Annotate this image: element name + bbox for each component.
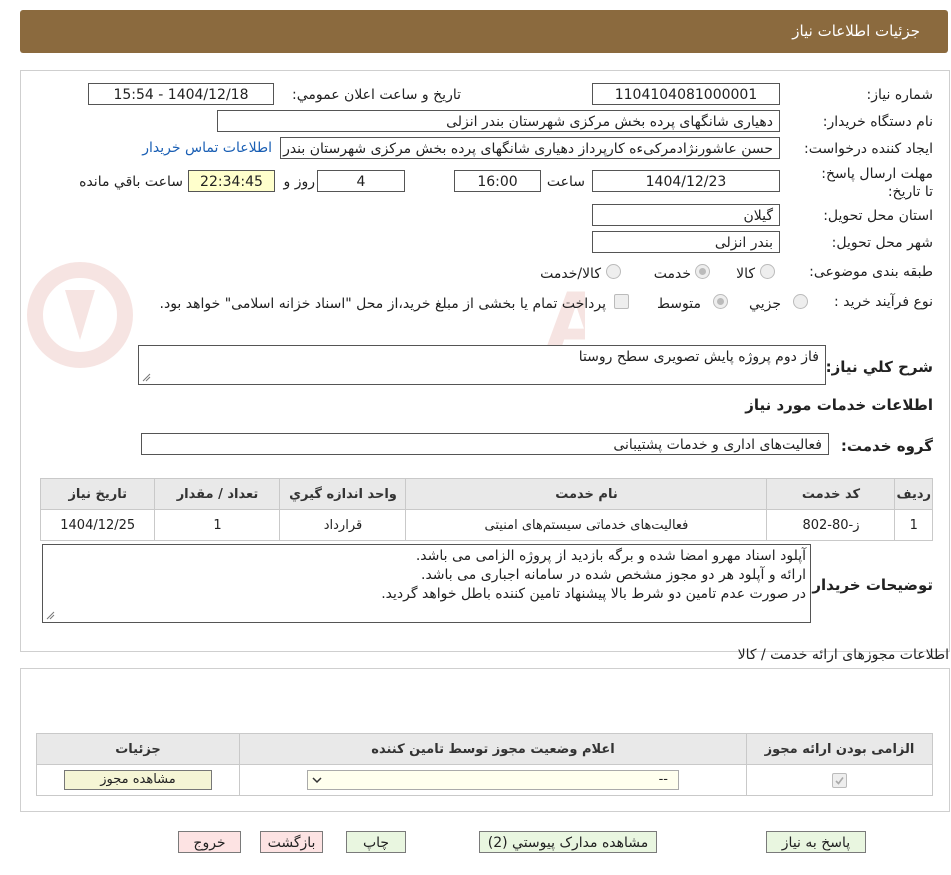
cell-unit: قرارداد xyxy=(279,509,407,541)
remaining-label: ساعت باقي مانده xyxy=(79,174,183,190)
view-permit-button[interactable]: مشاهده مجوز xyxy=(64,770,212,790)
services-table: رديف کد خدمت نام خدمت واحد اندازه گيري ت… xyxy=(39,478,933,541)
chevron-down-icon xyxy=(312,777,322,784)
buyer-note-line: آپلود اسناد مهرو امضا شده و برگه بازدید … xyxy=(415,548,806,564)
process-label: نوع فرآیند خرید : xyxy=(834,294,933,310)
category-goods-label: کالا xyxy=(736,266,755,282)
contact-buyer-link[interactable]: اطلاعات تماس خريدار xyxy=(142,140,272,156)
buyer-note-line: ارائه و آپلود هر دو مجوز مشخص شده در سام… xyxy=(421,567,806,583)
service-group-label: گروه خدمت: xyxy=(840,437,933,455)
announce-label: تاريخ و ساعت اعلان عمومي: xyxy=(292,87,461,103)
announce-field: 1404/12/18 - 15:54 xyxy=(88,83,274,105)
permit-status-value: -- xyxy=(658,772,668,787)
process-minor-radio[interactable] xyxy=(793,294,808,309)
table-row: -- مشاهده مجوز xyxy=(36,764,933,796)
buyer-org-label: نام دستگاه خريدار: xyxy=(822,114,933,130)
buyer-org-field: دهیاری شانگهای پرده بخش مرکزی شهرستان بن… xyxy=(217,110,780,132)
page-header: جزئیات اطلاعات نیاز xyxy=(20,10,948,53)
col-status-header: اعلام وضعیت مجوز توسط تامین کننده xyxy=(239,733,747,765)
resize-handle-icon[interactable] xyxy=(141,372,151,382)
buyer-notes-label: توضيحات خريدار: xyxy=(806,576,933,594)
reply-button[interactable]: پاسخ به نياز xyxy=(766,831,866,853)
description-text: فاز دوم پروژه پایش تصویری سطح روستا xyxy=(578,349,819,365)
required-checkbox xyxy=(832,772,847,788)
buyer-notes-field: آپلود اسناد مهرو امضا شده و برگه بازدید … xyxy=(42,544,811,623)
cell-required xyxy=(746,764,933,796)
col-date-header: تاريخ نياز xyxy=(39,478,156,510)
deadline-label: مهلت ارسال پاسخ: تا تاریخ: xyxy=(821,166,933,200)
col-details-header: جزئیات xyxy=(36,733,240,765)
city-label: شهر محل تحویل: xyxy=(831,235,933,251)
deadline-time-field: 16:00 xyxy=(454,170,541,192)
col-qty-header: تعداد / مقدار xyxy=(154,478,281,510)
back-button[interactable]: بازگشت xyxy=(260,831,323,853)
attachments-button[interactable]: مشاهده مدارک پيوستي (2) xyxy=(479,831,657,853)
cell-row: 1 xyxy=(894,509,933,541)
buyer-note-line: در صورت عدم تامین دو شرط بالا پیشنهاد تا… xyxy=(381,586,806,602)
province-field: گیلان xyxy=(592,204,780,226)
cell-code: ز-80-802 xyxy=(766,509,896,541)
treasury-payment-note: پرداخت تمام یا بخشی از مبلغ خرید،از محل … xyxy=(159,296,606,312)
cell-qty: 1 xyxy=(154,509,281,541)
need-number-label: شماره نیاز: xyxy=(866,87,934,103)
category-label: طبقه بندی موضوعی: xyxy=(809,264,933,280)
days-label: روز و xyxy=(283,174,316,190)
cell-name: فعالیت‌های خدماتی سیستم‌های امنیتی xyxy=(405,509,768,541)
col-name-header: نام خدمت xyxy=(405,478,768,510)
col-row-header: رديف xyxy=(894,478,933,510)
category-service-radio[interactable] xyxy=(695,264,710,279)
description-label: شرح کلي نياز: xyxy=(825,358,933,376)
cell-details: مشاهده مجوز xyxy=(36,764,240,796)
treasury-payment-checkbox[interactable] xyxy=(614,294,629,309)
resize-handle-icon[interactable] xyxy=(45,610,55,620)
col-code-header: کد خدمت xyxy=(766,478,896,510)
province-label: استان محل تحویل: xyxy=(823,208,933,224)
service-group-field: فعالیت‌های اداری و خدمات پشتیبانی xyxy=(141,433,829,455)
exit-button[interactable]: خروج xyxy=(178,831,241,853)
permit-status-select[interactable]: -- xyxy=(307,770,679,790)
creator-label: ایجاد کننده درخواست: xyxy=(804,141,933,157)
services-section-title: اطلاعات خدمات مورد نياز xyxy=(745,396,933,414)
cell-date: 1404/12/25 xyxy=(39,509,156,541)
col-required-header: الزامی بودن ارائه مجوز xyxy=(746,733,933,765)
category-goods-radio[interactable] xyxy=(760,264,775,279)
check-icon xyxy=(835,776,844,785)
days-field: 4 xyxy=(317,170,405,192)
permits-table: الزامی بودن ارائه مجوز اعلام وضعیت مجوز … xyxy=(36,733,933,796)
category-service-label: خدمت xyxy=(653,266,691,282)
remaining-time-field: 22:34:45 xyxy=(188,170,275,192)
cell-status: -- xyxy=(239,764,747,796)
category-both-label: کالا/خدمت xyxy=(540,266,601,282)
time-label: ساعت xyxy=(546,174,585,190)
print-button[interactable]: چاپ xyxy=(346,831,406,853)
deadline-date-field: 1404/12/23 xyxy=(592,170,780,192)
process-medium-radio[interactable] xyxy=(713,294,728,309)
category-both-radio[interactable] xyxy=(606,264,621,279)
permits-section-title: اطلاعات مجوزهای ارائه خدمت / کالا xyxy=(737,647,949,663)
process-minor-label: جزيي xyxy=(749,296,781,312)
creator-field: حسن عاشورنژادمرکیءه کارپرداز دهیاری شانگ… xyxy=(280,137,780,159)
col-unit-header: واحد اندازه گيري xyxy=(279,478,407,510)
page-title: جزئیات اطلاعات نیاز xyxy=(792,22,920,40)
city-field: بندر انزلی xyxy=(592,231,780,253)
table-row: 1 ز-80-802 فعالیت‌های خدماتی سیستم‌های ا… xyxy=(39,509,933,541)
process-medium-label: متوسط xyxy=(657,296,701,312)
need-number-field: 1104104081000001 xyxy=(592,83,780,105)
description-field: فاز دوم پروژه پایش تصویری سطح روستا xyxy=(138,345,826,385)
